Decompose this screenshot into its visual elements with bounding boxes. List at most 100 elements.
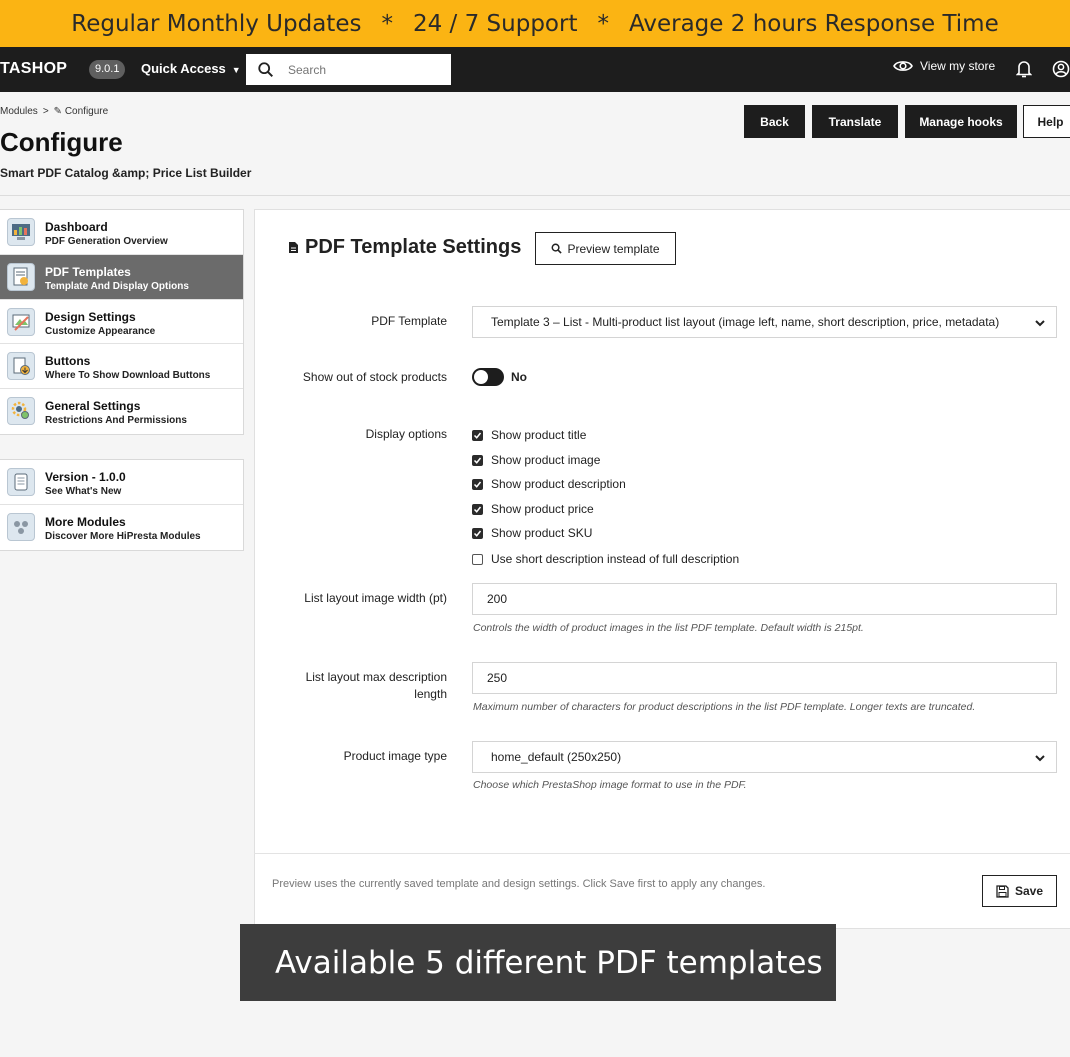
sidebar-item-title: Buttons (45, 354, 91, 369)
eye-icon (893, 61, 913, 71)
sidebar-item-subtitle: Where To Show Download Buttons (45, 370, 211, 382)
option-show-title[interactable]: Show product title (472, 428, 586, 442)
chevron-down-icon (1035, 755, 1045, 762)
panel-title-text: PDF Template Settings (305, 236, 522, 258)
sidebar-item-dashboard[interactable]: Dashboard PDF Generation Overview (0, 210, 243, 255)
image-type-select[interactable]: home_default (250x250) (472, 741, 1057, 773)
search-input[interactable] (288, 62, 438, 77)
image-width-input[interactable] (472, 583, 1057, 615)
image-width-label: List layout image width (pt) (304, 591, 447, 605)
checkmark-icon (473, 432, 482, 439)
sidebar-item-version[interactable]: Version - 1.0.0 See What's New (0, 460, 243, 505)
account-icon[interactable] (1052, 59, 1070, 79)
option-use-short-description[interactable]: Use short description instead of full de… (472, 552, 739, 566)
checkmark-icon (473, 530, 482, 537)
checkmark-icon (473, 481, 482, 488)
option-show-sku[interactable]: Show product SKU (472, 526, 592, 540)
search-box[interactable] (246, 54, 451, 85)
header-divider (0, 195, 1070, 196)
quick-access-label: Quick Access (141, 61, 226, 76)
sidebar-item-subtitle: Customize Appearance (45, 325, 156, 337)
pdf-templates-icon (7, 262, 35, 291)
sidebar-item-subtitle: PDF Generation Overview (45, 236, 168, 247)
sidebar-item-more-modules[interactable]: More Modules Discover More HiPresta Modu… (0, 505, 243, 550)
save-label: Save (1014, 884, 1044, 898)
checkbox[interactable] (472, 503, 483, 515)
notifications-bell-icon[interactable] (1016, 59, 1032, 79)
checkbox[interactable] (472, 429, 483, 441)
display-options-label: Display options (365, 427, 447, 441)
checkbox[interactable] (472, 454, 483, 466)
view-store-label: View my store (920, 59, 996, 73)
sidebar-item-title: Dashboard (45, 220, 108, 234)
panel-footer-divider (254, 853, 1070, 854)
sidebar-item-title: More Modules (45, 514, 126, 529)
sidebar-item-subtitle: Template And Display Options (45, 280, 189, 292)
sidebar-item-pdf-templates[interactable]: PDF Templates Template And Display Optio… (0, 254, 243, 300)
view-store-link[interactable]: View my store (893, 59, 995, 73)
buttons-icon (7, 352, 35, 381)
pdf-template-label: PDF Template (371, 314, 447, 328)
modules-icon (7, 512, 35, 541)
image-width-help: Controls the width of product images in … (473, 622, 864, 634)
search-icon (258, 61, 274, 77)
image-type-label: Product image type (343, 749, 447, 763)
option-show-image[interactable]: Show product image (472, 453, 600, 467)
brand-logo[interactable]: TASHOP (0, 60, 67, 78)
chevron-down-icon (1035, 320, 1045, 327)
checkmark-icon (473, 457, 482, 464)
quick-access-menu[interactable]: Quick Access ▼ (141, 61, 241, 76)
preview-template-button[interactable]: Preview template (535, 232, 676, 265)
translate-button[interactable]: Translate (812, 105, 898, 138)
version-icon (7, 468, 35, 496)
version-badge: 9.0.1 (89, 60, 126, 79)
sidebar-item-design-settings[interactable]: Design Settings Customize Appearance (0, 300, 243, 345)
search-icon (552, 243, 563, 254)
page-title: Configure (0, 127, 123, 157)
checkbox-label: Show product title (491, 428, 587, 442)
checkbox-label: Show product price (491, 502, 594, 516)
promo-separator: * (597, 10, 609, 37)
toggle-knob (474, 370, 488, 384)
checkbox-label: Show product SKU (491, 526, 593, 540)
manage-hooks-button[interactable]: Manage hooks (905, 105, 1017, 138)
sidebar-item-title: Version - 1.0.0 (45, 470, 126, 484)
caret-down-icon: ▼ (231, 65, 241, 75)
footer-note: Preview uses the currently saved templat… (272, 878, 766, 890)
out-of-stock-value: No (511, 370, 527, 384)
back-button[interactable]: Back (744, 105, 805, 138)
max-description-label-line1: List layout max description (305, 670, 447, 684)
admin-topbar: TASHOP 9.0.1 Quick Access ▼ View my store (0, 47, 1070, 92)
breadcrumb-current: Configure (64, 106, 109, 117)
sidebar-item-title: General Settings (45, 399, 141, 414)
sidebar-item-buttons[interactable]: Buttons Where To Show Download Buttons (0, 344, 243, 390)
settings-icon (7, 397, 35, 426)
breadcrumb: Modules > ✎ Configure (0, 106, 108, 117)
help-button[interactable]: Help (1023, 105, 1070, 138)
option-show-description[interactable]: Show product description (472, 477, 626, 491)
pdf-template-select[interactable]: Template 3 – List - Multi-product list l… (472, 306, 1057, 338)
max-description-input[interactable] (472, 662, 1057, 694)
sidebar-item-subtitle: See What's New (45, 486, 122, 497)
checkbox-label: Show product description (491, 477, 626, 491)
sidebar-extra-menu: Version - 1.0.0 See What's New More Modu… (0, 459, 244, 551)
sidebar-item-title: PDF Templates (45, 264, 131, 279)
max-description-help: Maximum number of characters for product… (473, 701, 976, 713)
promo-caption: Available 5 different PDF templates (240, 924, 836, 1001)
sidebar-item-general-settings[interactable]: General Settings Restrictions And Permis… (0, 389, 243, 434)
save-button[interactable]: Save (982, 875, 1057, 907)
document-icon (289, 242, 298, 253)
checkbox[interactable] (472, 478, 483, 490)
panel-title: PDF Template Settings (288, 236, 521, 259)
sidebar-menu: Dashboard PDF Generation Overview PDF Te… (0, 209, 244, 435)
checkbox[interactable] (472, 553, 483, 565)
out-of-stock-label: Show out of stock products (302, 370, 447, 384)
out-of-stock-toggle[interactable] (472, 368, 504, 386)
image-type-help: Choose which PrestaShop image format to … (473, 779, 747, 791)
option-show-price[interactable]: Show product price (472, 502, 594, 516)
sidebar-item-title: Design Settings (45, 309, 136, 324)
sidebar-item-subtitle: Discover More HiPresta Modules (45, 530, 201, 542)
breadcrumb-modules[interactable]: Modules (0, 106, 38, 117)
promo-item-support: 24 / 7 Support (412, 10, 578, 37)
checkbox[interactable] (472, 527, 483, 539)
